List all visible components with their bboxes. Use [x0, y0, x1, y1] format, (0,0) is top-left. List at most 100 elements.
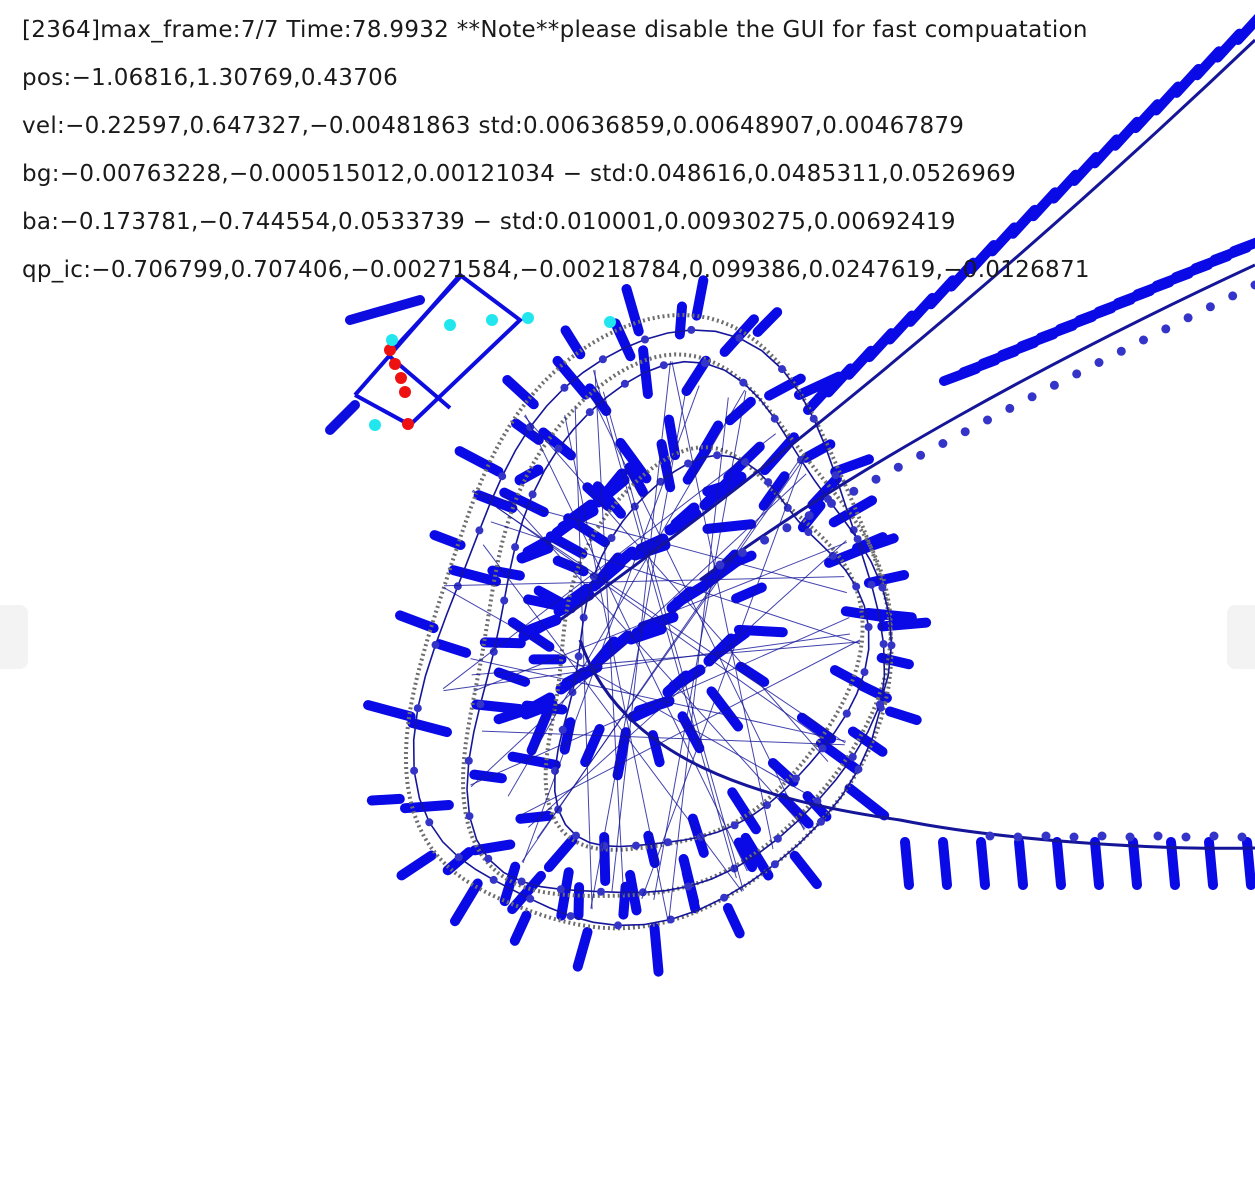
graph-edge — [482, 544, 743, 892]
trajectory-node — [585, 408, 594, 417]
trajectory-node — [770, 860, 779, 869]
imu-tick — [664, 414, 681, 461]
trajectory-node — [556, 885, 565, 894]
trajectory-node — [818, 744, 827, 753]
trajectory-node — [465, 812, 474, 821]
trajectory-node — [860, 668, 869, 677]
trajectory-node — [410, 766, 419, 775]
trajectory-node — [715, 560, 725, 570]
keyframe-marker — [369, 419, 381, 431]
trajectory-node — [1049, 380, 1059, 390]
trajectory-node — [817, 817, 825, 826]
trajectory-node — [1237, 832, 1247, 842]
trajectory-node — [1183, 313, 1193, 323]
trajectory-node — [475, 526, 484, 535]
camera-frustum-edge — [345, 295, 425, 325]
trajectory-node — [1153, 831, 1163, 841]
imu-tick — [1052, 837, 1066, 890]
trajectory-node — [1027, 392, 1037, 402]
imu-tick — [407, 717, 452, 738]
trajectory-node — [1013, 832, 1023, 842]
trajectory-node — [526, 894, 535, 903]
trajectory-node — [1209, 831, 1219, 841]
trajectory-node — [792, 774, 800, 783]
imu-tick — [543, 835, 578, 873]
imu-tick — [509, 910, 532, 946]
trajectory-node — [773, 834, 782, 843]
trajectory-node — [713, 451, 722, 460]
trajectory-node — [574, 652, 583, 661]
imu-tick — [560, 325, 586, 360]
trajectory-node — [867, 580, 876, 589]
trajectory-node — [517, 877, 526, 886]
trajectory-node — [770, 414, 779, 423]
trajectory-node — [700, 359, 709, 368]
current-frame-marker — [402, 418, 414, 430]
trajectory-node — [476, 700, 485, 709]
trajectory-node — [827, 498, 836, 508]
trajectory-node — [879, 640, 888, 648]
trajectory-node — [1181, 832, 1191, 842]
imu-tick — [649, 922, 664, 977]
imu-tick — [674, 301, 687, 340]
camera-frustum — [325, 272, 616, 435]
trajectory-node — [572, 831, 580, 840]
graph-edge — [443, 576, 845, 587]
trajectory-node — [558, 725, 567, 734]
imu-tick — [1128, 837, 1142, 890]
trajectory-node — [985, 831, 995, 841]
trajectory-node — [764, 478, 773, 487]
imu-tick — [429, 530, 466, 550]
trajectory-node — [960, 427, 970, 437]
current-frame-marker — [399, 386, 411, 398]
trajectory-node — [1094, 358, 1104, 367]
trajectory-scene[interactable] — [0, 0, 1255, 1177]
trajectory-branch — [699, 263, 1255, 582]
graph-edge — [473, 541, 847, 692]
trajectory-node — [498, 472, 507, 481]
trajectory-node — [641, 335, 649, 344]
left-edge-handle[interactable] — [0, 605, 28, 669]
trajectory-node — [871, 474, 881, 484]
trajectory-node — [848, 753, 857, 761]
trajectory-node — [720, 893, 729, 902]
trajectory-node — [453, 582, 462, 591]
trajectory-node — [831, 471, 840, 480]
trajectory-node — [632, 841, 640, 850]
right-edge-handle[interactable] — [1227, 605, 1255, 669]
imu-tick — [885, 706, 922, 725]
trajectory-node — [425, 818, 434, 827]
trajectory-node — [684, 882, 693, 891]
trajectory-node — [916, 450, 926, 460]
imu-tick — [1233, 14, 1255, 45]
trajectory-node — [579, 613, 588, 622]
imu-tick — [691, 275, 709, 321]
trajectory-node — [842, 709, 851, 718]
trajectory-node — [739, 378, 748, 387]
imu-tick — [556, 867, 574, 921]
keyframe-marker — [486, 314, 498, 326]
trajectory-node — [1205, 302, 1215, 312]
camera-frustum-outline — [353, 272, 524, 428]
trajectory-node — [878, 583, 887, 592]
trajectory-node — [983, 415, 992, 425]
trajectory-node — [778, 365, 786, 374]
current-frame-marker — [389, 358, 401, 370]
imu-tick — [789, 850, 822, 890]
current-frame-marker — [395, 372, 407, 384]
trajectory-node — [1116, 346, 1126, 356]
trajectory-node — [1041, 831, 1051, 841]
graph-edge — [470, 658, 846, 742]
visualizer-viewport[interactable]: [2364]max_frame:7/7 Time:78.9932 **Note*… — [0, 0, 1255, 1177]
imu-tick — [621, 284, 644, 337]
trajectory-node — [760, 535, 770, 545]
trajectory-node — [684, 459, 693, 468]
imu-tick — [1014, 837, 1028, 890]
trajectory-node — [560, 383, 569, 392]
trajectory-node — [887, 641, 896, 650]
trajectory-node — [1250, 280, 1255, 290]
trajectory-branch — [559, 38, 1255, 622]
imu-tick — [976, 837, 990, 890]
trajectory-node — [687, 325, 696, 334]
imu-tick — [678, 854, 700, 907]
